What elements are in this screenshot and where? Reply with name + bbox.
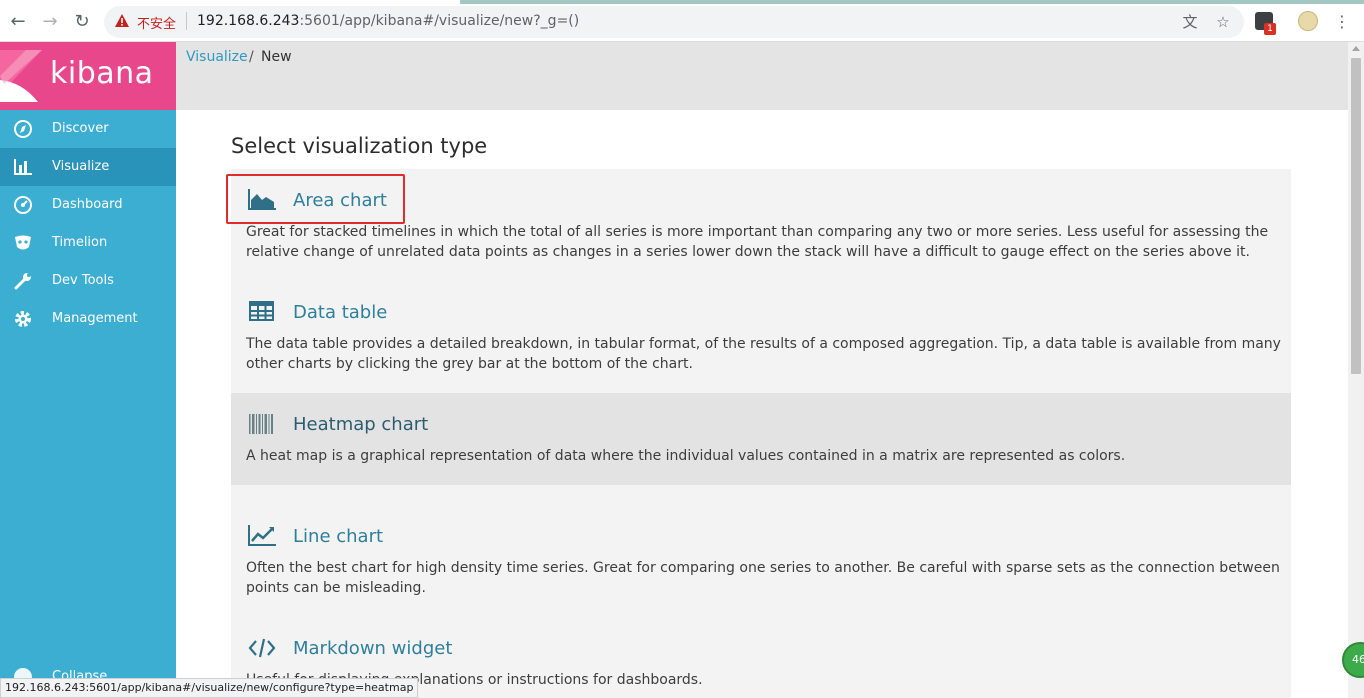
kibana-logo-text: kibana <box>50 56 154 91</box>
vis-type-heatmap-chart[interactable]: Heatmap chart A heat map is a graphical … <box>231 393 1291 485</box>
compass-icon <box>14 120 32 138</box>
scroll-up-icon[interactable] <box>1352 46 1360 51</box>
bar-chart-icon <box>14 159 32 175</box>
code-icon <box>248 638 276 658</box>
page-scrollbar[interactable] <box>1348 42 1364 698</box>
kibana-sidebar: kibana Discover Visualize Dashboard Time… <box>0 42 176 698</box>
sidebar-item-devtools[interactable]: Dev Tools <box>0 262 176 300</box>
back-icon[interactable]: ← <box>8 12 28 32</box>
vis-type-description: A heat map is a graphical representation… <box>246 448 1126 464</box>
vis-type-description: The data table provides a detailed break… <box>246 336 1281 372</box>
barcode-icon <box>249 414 273 434</box>
star-icon[interactable]: ☆ <box>1214 13 1232 31</box>
scroll-thumb[interactable] <box>1351 58 1361 374</box>
vis-type-title: Line chart <box>293 526 384 547</box>
url-separator <box>186 12 187 30</box>
sidebar-item-timelion[interactable]: Timelion <box>0 224 176 262</box>
vis-type-description: Great for stacked timelines in which the… <box>246 224 1269 260</box>
vis-type-data-table[interactable]: Data table The data table provides a det… <box>231 281 1291 373</box>
sidebar-item-label: Timelion <box>52 235 108 250</box>
url-text[interactable]: 192.168.6.243:5601/app/kibana#/visualize… <box>197 13 579 29</box>
gear-icon <box>15 311 31 327</box>
vis-type-title: Markdown widget <box>293 638 453 659</box>
vis-type-title: Heatmap chart <box>293 414 429 435</box>
url-host: 192.168.6.243 <box>197 13 300 29</box>
sidebar-item-management[interactable]: Management <box>0 300 176 338</box>
vis-type-description: Often the best chart for high density ti… <box>246 560 1280 596</box>
vis-type-line-chart[interactable]: Line chart Often the best chart for high… <box>231 505 1291 597</box>
sidebar-item-label: Discover <box>52 121 109 136</box>
breadcrumb-link-visualize[interactable]: Visualize <box>186 49 248 65</box>
kebab-menu-icon[interactable]: ⋮ <box>1334 12 1350 32</box>
wrench-icon <box>14 273 31 290</box>
mask-icon <box>15 235 31 250</box>
vis-type-list: Area chart Great for stacked timelines i… <box>231 169 1291 698</box>
sidebar-item-label: Dashboard <box>52 197 123 212</box>
table-icon <box>249 301 274 321</box>
main-content: Visualize / New Select visualization typ… <box>176 42 1348 698</box>
forward-icon[interactable]: → <box>40 12 60 32</box>
sidebar-item-dashboard[interactable]: Dashboard <box>0 186 176 224</box>
sidebar-item-discover[interactable]: Discover <box>0 110 176 148</box>
kibana-logo-icon <box>0 50 42 102</box>
page-title: Select visualization type <box>231 134 488 158</box>
browser-window: ← → ↻ 不安全 192.168.6.243:5601/app/kibana#… <box>0 0 1364 698</box>
extension-badge: 1 <box>1264 23 1276 35</box>
profile-avatar[interactable] <box>1298 11 1318 31</box>
warning-icon <box>115 14 129 27</box>
breadcrumb-current: New <box>261 49 292 65</box>
reload-icon[interactable]: ↻ <box>72 12 92 32</box>
line-chart-icon <box>248 525 276 546</box>
annotation-highlight-box <box>226 174 405 224</box>
kibana-logo[interactable]: kibana <box>0 42 176 110</box>
sidebar-item-label: Management <box>52 311 138 326</box>
vis-type-title: Data table <box>293 302 388 323</box>
tab-accent <box>460 0 1364 4</box>
sidebar-item-label: Dev Tools <box>52 273 114 288</box>
breadcrumb-separator: / <box>249 49 254 65</box>
dashboard-icon <box>14 196 32 214</box>
url-path: :5601/app/kibana#/visualize/new?_g=() <box>299 13 580 29</box>
status-url-bubble: 192.168.6.243:5601/app/kibana#/visualize… <box>0 678 419 698</box>
browser-toolbar: ← → ↻ 不安全 192.168.6.243:5601/app/kibana#… <box>0 0 1364 42</box>
breadcrumb: Visualize / New <box>176 42 1348 110</box>
translate-icon[interactable]: 文 <box>1181 13 1199 31</box>
insecure-label[interactable]: 不安全 <box>137 13 176 32</box>
sidebar-item-label: Visualize <box>52 159 110 174</box>
sidebar-item-visualize[interactable]: Visualize <box>0 148 176 186</box>
